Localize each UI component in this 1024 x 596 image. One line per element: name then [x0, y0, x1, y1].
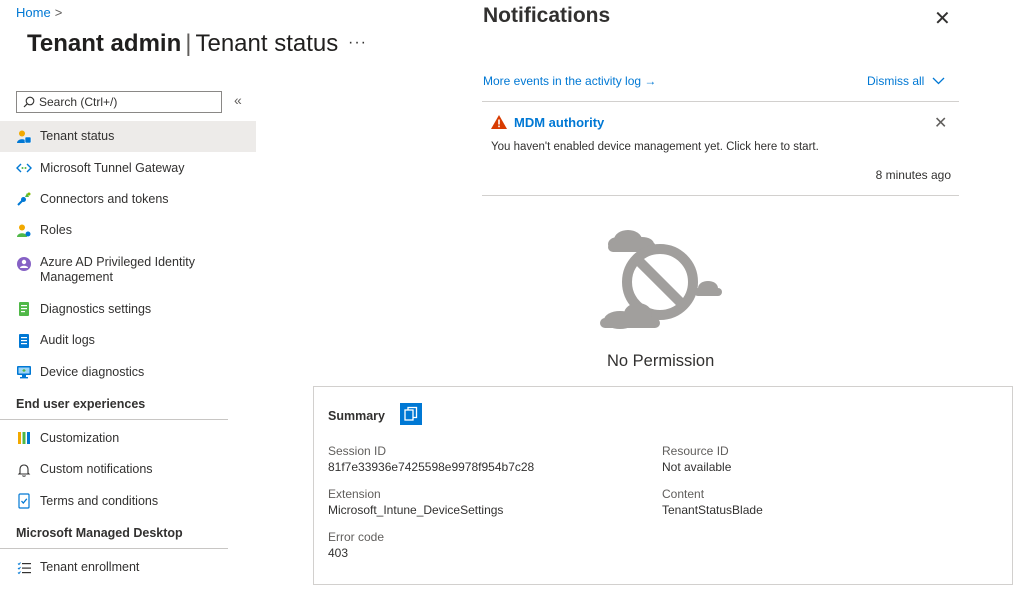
connectors-icon — [16, 191, 32, 207]
sidebar-item-customization[interactable]: Customization — [0, 423, 256, 454]
dismiss-all-label: Dismiss all — [867, 74, 925, 88]
sidebar-item-tunnel-gateway[interactable]: Microsoft Tunnel Gateway — [0, 152, 256, 183]
tenant-status-icon — [16, 129, 32, 145]
copy-button[interactable] — [400, 403, 422, 425]
sidebar-item-label: Roles — [40, 223, 72, 238]
resource-id-label: Resource ID — [662, 444, 729, 458]
error-code-label: Error code — [328, 530, 385, 544]
sidebar-item-label: Device diagnostics — [40, 364, 145, 379]
chevron-down-icon — [932, 77, 945, 85]
search-icon — [23, 96, 35, 108]
breadcrumb: Home > — [16, 5, 62, 20]
notification-title-link[interactable]: MDM authority — [514, 115, 604, 130]
sidebar-item-device-diagnostics[interactable]: Device diagnostics — [0, 356, 256, 387]
search-box[interactable] — [16, 91, 222, 113]
customization-icon — [16, 430, 32, 446]
sidebar-item-tenant-status[interactable]: Tenant status — [0, 121, 256, 153]
summary-panel: Summary Session ID 81f7e33936e7425598e99… — [313, 386, 1013, 585]
extension-label: Extension — [328, 487, 381, 501]
session-id-value: 81f7e33936e7425598e9978f954b7c28 — [328, 460, 535, 474]
sidebar-item-audit-logs[interactable]: Audit logs — [0, 325, 256, 356]
content-field: Content TenantStatusBlade — [662, 486, 763, 518]
breadcrumb-separator: > — [54, 5, 63, 20]
page-title-sub: Tenant status — [195, 30, 339, 57]
search-input[interactable] — [39, 95, 209, 109]
page-title-main: Tenant admin — [27, 30, 182, 57]
roles-icon — [16, 223, 32, 239]
resource-id-value: Not available — [662, 460, 732, 474]
tunnel-gateway-icon — [16, 160, 32, 176]
diagnostics-settings-icon — [16, 301, 32, 317]
sidebar-item-roles[interactable]: Roles — [0, 215, 256, 246]
extension-value: Microsoft_Intune_DeviceSettings — [328, 503, 504, 517]
warning-icon — [491, 115, 507, 129]
session-id-field: Session ID 81f7e33936e7425598e9978f954b7… — [328, 443, 534, 475]
device-diagnostics-icon — [16, 364, 32, 380]
dismiss-notification-icon[interactable]: ✕ — [934, 113, 947, 133]
no-permission-icon — [600, 230, 722, 329]
breadcrumb-home-link[interactable]: Home — [16, 5, 51, 20]
pim-icon — [16, 256, 32, 272]
extension-field: Extension Microsoft_Intune_DeviceSetting… — [328, 486, 503, 518]
notifications-title: Notifications — [483, 4, 611, 27]
dismiss-all-button[interactable]: Dismiss all — [867, 74, 945, 88]
sidebar-item-label: Tenant status — [40, 129, 115, 144]
sidebar-item-tenant-enrollment[interactable]: Tenant enrollment — [0, 552, 256, 583]
sidebar-item-label: Custom notifications — [40, 462, 153, 477]
content-label: Content — [662, 487, 705, 501]
sidebar-item-label: Tenant enrollment — [40, 560, 140, 575]
content-value: TenantStatusBlade — [662, 503, 763, 517]
sidebar-item-label: Connectors and tokens — [40, 191, 169, 206]
error-code-field: Error code 403 — [328, 529, 384, 561]
sidebar-item-label: Microsoft Tunnel Gateway — [40, 160, 185, 175]
notification-message: You haven't enabled device management ye… — [491, 141, 819, 153]
more-options-button[interactable]: ··· — [348, 34, 367, 52]
sidebar-item-label: Diagnostics settings — [40, 301, 152, 316]
error-code-value: 403 — [328, 546, 349, 560]
audit-logs-icon — [16, 333, 32, 349]
collapse-sidebar-button[interactable]: « — [234, 92, 242, 108]
sidebar-item-label: Audit logs — [40, 333, 95, 348]
sidebar-item-label: Azure AD Privileged Identity Management — [40, 255, 195, 285]
sidebar-item-diagnostics-settings[interactable]: Diagnostics settings — [0, 294, 256, 325]
session-id-label: Session ID — [328, 444, 387, 458]
sidebar-item-connectors[interactable]: Connectors and tokens — [0, 184, 256, 215]
sidebar-nav: Tenant status Microsoft Tunnel Gateway C… — [0, 121, 256, 583]
section-microsoft-managed-desktop: Microsoft Managed Desktop — [0, 517, 228, 549]
notification-card[interactable]: MDM authority ✕ You haven't enabled devi… — [482, 102, 959, 196]
sidebar-item-label: Terms and conditions — [40, 493, 159, 508]
page-title-separator: | — [185, 30, 192, 57]
page-title: Tenant admin | Tenant status — [27, 30, 338, 58]
notification-timestamp: 8 minutes ago — [875, 168, 951, 182]
no-permission-text: No Permission — [607, 352, 715, 370]
sidebar-item-custom-notifications[interactable]: Custom notifications — [0, 454, 256, 485]
sidebar-item-pim[interactable]: Azure AD Privileged Identity Management — [0, 247, 256, 294]
enrollment-icon — [16, 560, 32, 576]
sidebar-item-label: Customization — [40, 430, 120, 445]
resource-id-field: Resource ID Not available — [662, 443, 731, 475]
close-icon[interactable]: ✕ — [934, 6, 951, 31]
terms-icon — [16, 493, 32, 509]
activity-log-link[interactable]: More events in the activity log → — [483, 74, 656, 88]
summary-title: Summary — [328, 409, 385, 423]
section-end-user-experiences: End user experiences — [0, 388, 228, 420]
sidebar-item-terms-and-conditions[interactable]: Terms and conditions — [0, 486, 256, 517]
copy-icon — [404, 406, 418, 421]
bell-icon — [16, 462, 32, 478]
